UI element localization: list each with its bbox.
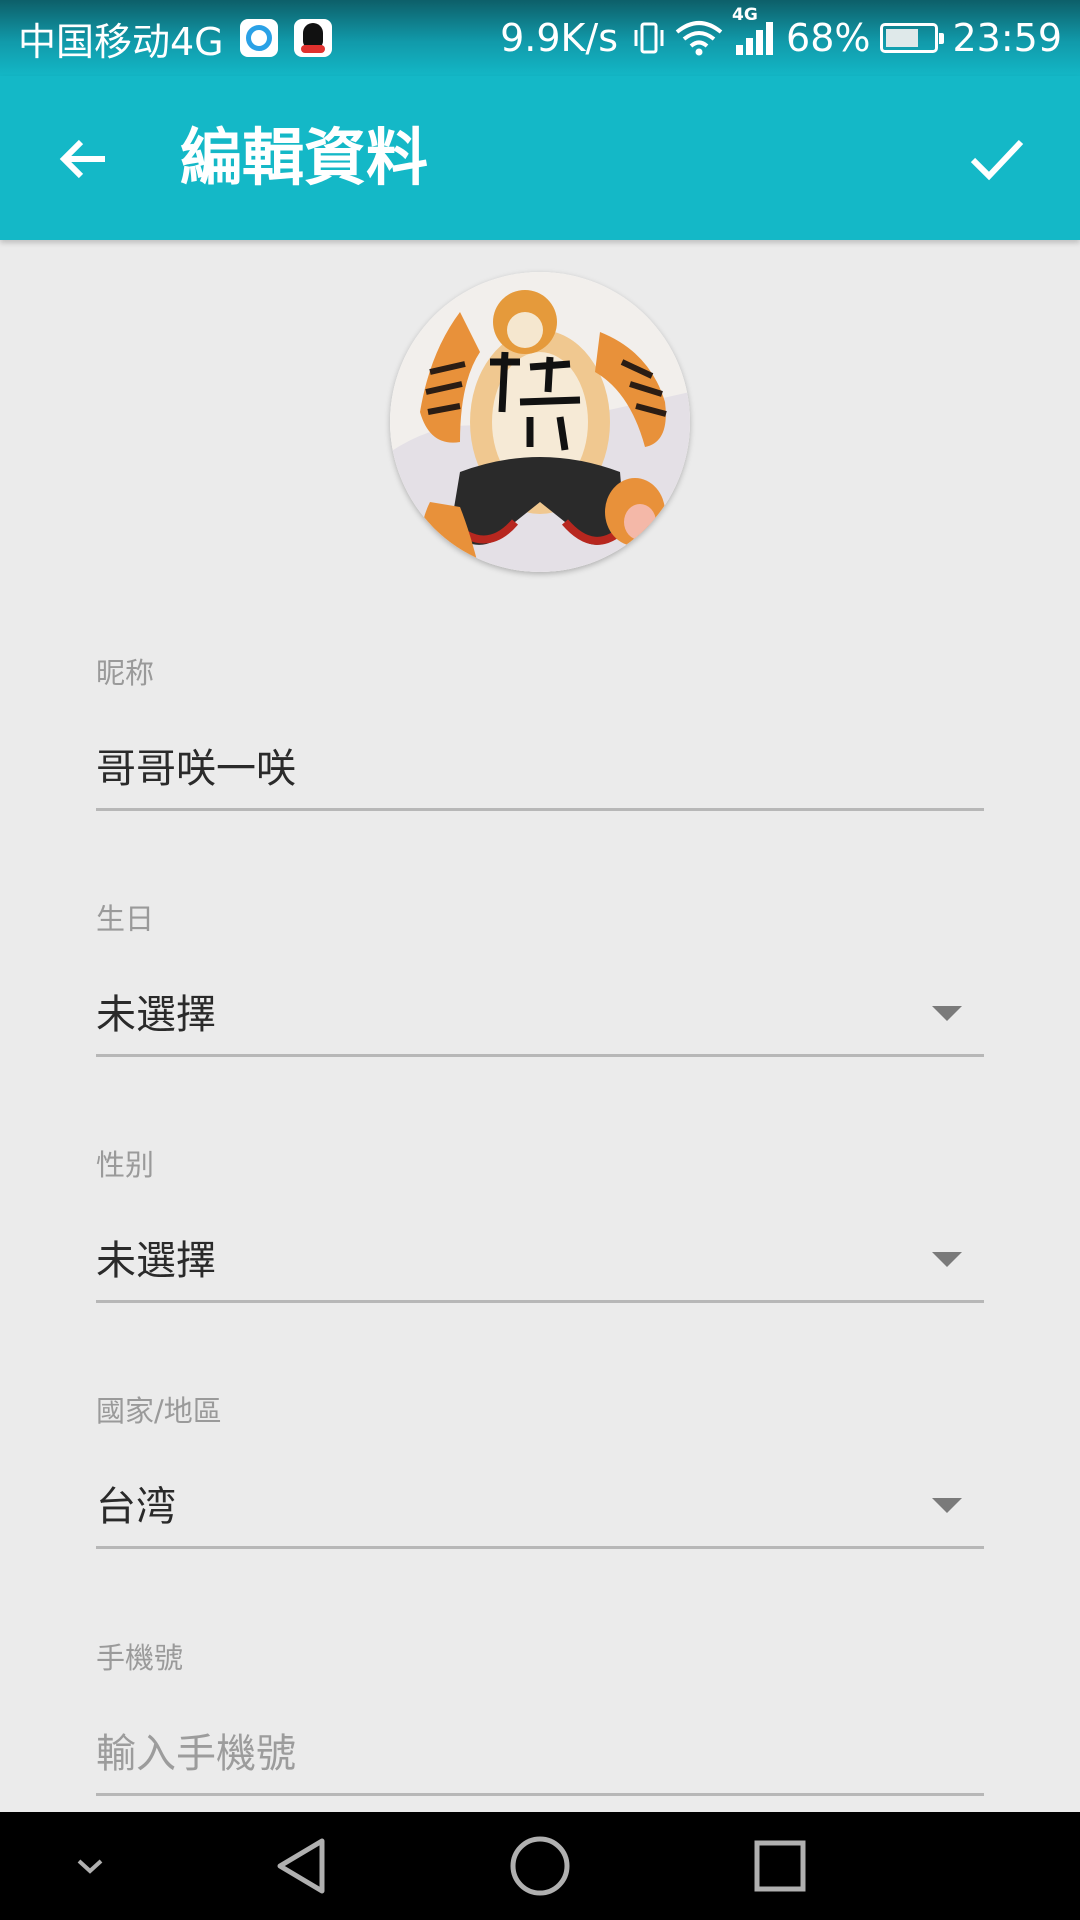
cellular-signal-icon: 4G <box>732 5 778 57</box>
region-select[interactable]: 台湾 <box>96 1474 176 1532</box>
edit-profile-screen: 中国移动4G 9.9K/s 4G 68% 23:59 編輯資料 昵称 哥哥咲一咲… <box>0 0 1080 1920</box>
status-left: 中国移动4G <box>18 11 332 66</box>
status-right: 9.9K/s 4G 68% 23:59 <box>500 5 1062 60</box>
save-button[interactable] <box>954 116 1040 202</box>
system-nav-bar <box>0 1812 1080 1920</box>
gender-dropdown-icon[interactable] <box>932 1252 962 1267</box>
birthday-label: 生日 <box>96 902 155 936</box>
checkmark-icon <box>970 139 1024 181</box>
birthday-select[interactable]: 未選擇 <box>96 982 216 1040</box>
region-field[interactable]: 國家/地區 台湾 <box>96 1388 984 1558</box>
birthday-underline <box>96 1054 984 1057</box>
carrier-label: 中国移动4G <box>18 19 224 64</box>
region-label: 國家/地區 <box>96 1394 222 1428</box>
nickname-label: 昵称 <box>96 656 155 690</box>
gender-underline <box>96 1300 984 1303</box>
gender-field[interactable]: 性别 未選擇 <box>96 1142 984 1312</box>
region-dropdown-icon[interactable] <box>932 1498 962 1513</box>
back-button[interactable] <box>40 116 126 202</box>
avatar[interactable] <box>390 272 690 572</box>
wifi-icon <box>674 19 724 57</box>
page-title: 編輯資料 <box>180 121 429 194</box>
arrow-left-icon <box>59 139 105 179</box>
app-toolbar: 編輯資料 <box>0 76 1080 240</box>
birthday-field[interactable]: 生日 未選擇 <box>96 896 984 1066</box>
qq-notification-icon <box>293 19 332 57</box>
phone-field[interactable]: 手機號 輸入手機號 <box>96 1635 984 1805</box>
clock: 23:59 <box>952 16 1062 60</box>
network-speed: 9.9K/s <box>500 16 619 60</box>
square-recents-icon <box>754 1840 806 1892</box>
status-bar: 中国移动4G 9.9K/s 4G 68% 23:59 <box>0 0 1080 76</box>
nickname-underline <box>96 808 984 811</box>
vibrate-icon <box>632 19 666 57</box>
battery-percent: 68% <box>786 16 871 60</box>
nav-back-button[interactable] <box>250 1812 350 1920</box>
phone-input[interactable]: 輸入手機號 <box>96 1721 296 1779</box>
nickname-field[interactable]: 昵称 哥哥咲一咲 <box>96 650 984 820</box>
avatar-image <box>390 272 690 572</box>
nav-recents-button[interactable] <box>730 1812 830 1920</box>
nickname-input[interactable]: 哥哥咲一咲 <box>96 736 296 794</box>
nav-home-button[interactable] <box>490 1812 590 1920</box>
birthday-dropdown-icon[interactable] <box>932 1006 962 1021</box>
circle-home-icon <box>510 1836 570 1896</box>
region-underline <box>96 1546 984 1549</box>
phone-underline <box>96 1793 984 1796</box>
network-type-label: 4G <box>732 5 758 25</box>
triangle-back-icon <box>277 1838 325 1894</box>
gender-select[interactable]: 未選擇 <box>96 1228 216 1286</box>
phone-label: 手機號 <box>96 1641 184 1675</box>
chevron-down-icon <box>77 1859 103 1874</box>
battery-icon <box>880 23 945 53</box>
nav-menu-button[interactable] <box>50 1812 130 1920</box>
gender-label: 性别 <box>96 1148 155 1182</box>
browser-notification-icon <box>239 19 278 57</box>
battery-fill <box>886 29 918 47</box>
